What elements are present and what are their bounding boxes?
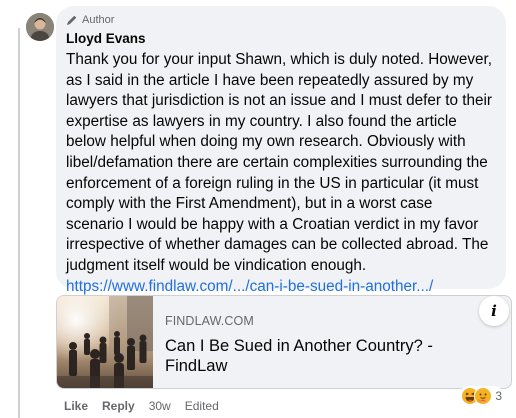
- author-name[interactable]: Lloyd Evans: [66, 30, 494, 47]
- reaction-count: 3: [495, 389, 502, 403]
- link-preview-card[interactable]: FINDLAW.COM Can I Be Sued in Another Cou…: [56, 295, 512, 389]
- like-button[interactable]: Like: [64, 399, 88, 413]
- comment-text: Thank you for your input Shawn, which is…: [66, 51, 492, 274]
- reactions-summary[interactable]: 3: [459, 386, 504, 406]
- comment-actions: Like Reply 30w Edited: [64, 399, 219, 413]
- preview-title[interactable]: Can I Be Sued in Another Country? - Find…: [165, 336, 485, 376]
- comment-link[interactable]: https://www.findlaw.com/.../can-i-be-sue…: [66, 277, 494, 297]
- timestamp[interactable]: 30w: [149, 399, 171, 413]
- info-icon[interactable]: i: [479, 296, 509, 326]
- author-badge: Author: [66, 13, 494, 27]
- care-icon: [474, 387, 493, 405]
- badge-label: Author: [82, 14, 115, 26]
- preview-domain: FINDLAW.COM: [165, 314, 254, 328]
- edited-label[interactable]: Edited: [185, 399, 219, 413]
- preview-thumbnail: [57, 296, 153, 388]
- comment-bubble: Author Lloyd Evans Thank you for your in…: [56, 6, 506, 295]
- thread-line: [18, 28, 20, 418]
- avatar[interactable]: [26, 13, 54, 41]
- reply-button[interactable]: Reply: [102, 399, 135, 413]
- pencil-icon: [67, 15, 77, 25]
